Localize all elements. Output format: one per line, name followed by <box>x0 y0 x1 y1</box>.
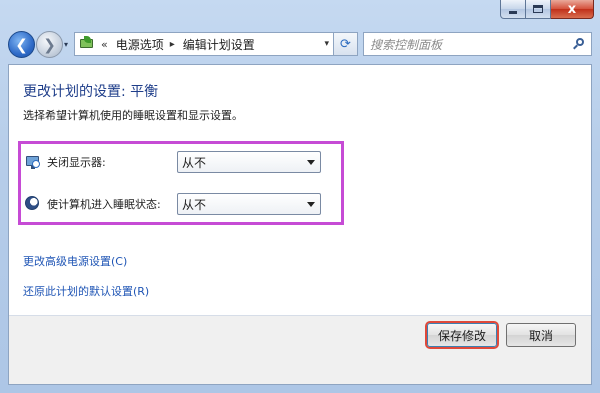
forward-button[interactable]: ❯ <box>36 31 63 58</box>
save-changes-button[interactable]: 保存修改 <box>427 323 497 347</box>
setting-row-display-off: 关闭显示器: <box>25 152 106 172</box>
setting-label-sleep: 使计算机进入睡眠状态: <box>47 198 161 211</box>
address-bar[interactable]: « 电源选项 ▸ 编辑计划设置 ▾ <box>74 32 334 56</box>
chevron-down-icon <box>307 159 315 165</box>
breadcrumb-power-options[interactable]: 电源选项 <box>116 36 164 53</box>
breadcrumb-edit-plan-settings[interactable]: 编辑计划设置 <box>183 36 255 53</box>
moon-sleep-icon <box>25 196 41 212</box>
page-subtitle: 选择希望计算机使用的睡眠设置和显示设置。 <box>23 109 243 122</box>
footer-bar <box>9 316 591 384</box>
setting-label-display-off: 关闭显示器: <box>47 156 106 169</box>
maximize-button[interactable] <box>526 0 551 19</box>
cancel-button[interactable]: 取消 <box>506 323 576 347</box>
back-button[interactable]: ❮ <box>8 31 35 58</box>
monitor-clock-icon <box>25 154 41 170</box>
maximize-icon <box>533 5 543 13</box>
search-icon[interactable] <box>573 38 585 50</box>
display-off-select-value: 从不 <box>182 155 207 170</box>
minimize-icon <box>509 10 517 14</box>
setting-row-sleep: 使计算机进入睡眠状态: <box>25 194 161 214</box>
caption-buttons: x <box>500 0 594 20</box>
address-dropdown-icon[interactable]: ▾ <box>324 39 329 49</box>
sleep-select-value: 从不 <box>182 197 207 212</box>
refresh-button[interactable]: ⟳ <box>334 32 358 56</box>
minimize-button[interactable] <box>500 0 526 19</box>
power-options-icon <box>79 36 95 52</box>
window-frame: x ❮ ❯ ▾ « 电源选项 ▸ 编辑计划设置 ▾ ⟳ 搜索控制面板 更改计划的… <box>0 0 600 393</box>
close-button[interactable]: x <box>551 0 594 19</box>
sleep-select[interactable]: 从不 <box>177 193 321 215</box>
search-input[interactable]: 搜索控制面板 <box>370 36 442 53</box>
close-icon: x <box>567 1 577 17</box>
breadcrumb-overflow-chevron[interactable]: « <box>101 38 108 51</box>
search-box[interactable]: 搜索控制面板 <box>363 32 592 56</box>
main-content-panel: 更改计划的设置: 平衡 选择希望计算机使用的睡眠设置和显示设置。 关闭显示器: … <box>8 64 592 385</box>
advanced-power-settings-link[interactable]: 更改高级电源设置(C) <box>23 253 127 269</box>
page-title: 更改计划的设置: 平衡 <box>23 84 159 100</box>
refresh-icon: ⟳ <box>340 36 351 52</box>
restore-defaults-link[interactable]: 还原此计划的默认设置(R) <box>23 283 149 299</box>
chevron-down-icon: ▾ <box>64 40 69 49</box>
display-off-select[interactable]: 从不 <box>177 151 321 173</box>
breadcrumb-separator-arrow-icon[interactable]: ▸ <box>170 39 175 50</box>
chevron-down-icon <box>307 201 315 207</box>
back-arrow-icon: ❮ <box>15 35 28 54</box>
history-dropdown-button[interactable]: ▾ <box>64 40 72 50</box>
forward-arrow-icon: ❯ <box>43 35 56 54</box>
